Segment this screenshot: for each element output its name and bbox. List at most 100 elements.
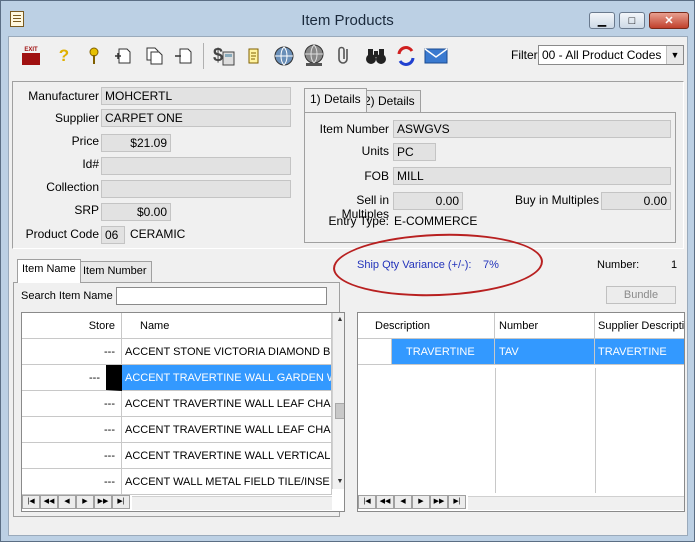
next-page-icon[interactable]: ▶▶ [430, 495, 448, 509]
supplier-description-cell[interactable]: TRAVERTINE [595, 339, 684, 365]
fob-field: MILL [393, 167, 671, 185]
bundle-grid: Description Number Supplier Descripti TR… [357, 312, 685, 512]
store-cell[interactable]: --- [22, 365, 122, 391]
tab-item-name[interactable]: Item Name [17, 259, 81, 283]
next-page-icon[interactable]: ▶▶ [94, 495, 112, 509]
buy-multiples-field: 0.00 [601, 192, 671, 210]
horizontal-scrollbar[interactable] [468, 496, 684, 510]
row-indicator[interactable] [358, 339, 392, 365]
first-record-icon[interactable]: |◀ [22, 495, 40, 509]
pricing-icon[interactable]: $ [211, 43, 237, 69]
exit-icon[interactable]: EXIT [18, 43, 44, 69]
binoculars-icon[interactable] [363, 43, 389, 69]
filter-select[interactable]: 00 - All Product Codes ▼ [538, 45, 684, 65]
last-record-icon[interactable]: ▶| [112, 495, 130, 509]
left-record-navigator: |◀ ◀◀ ◀ ▶ ▶▶ ▶| [22, 495, 130, 511]
column-supplier-description[interactable]: Supplier Descripti [595, 313, 684, 339]
horizontal-scrollbar[interactable] [132, 496, 332, 510]
help-icon[interactable]: ? [51, 43, 77, 69]
number-value: 1 [671, 259, 678, 271]
product-code-field: 06 [101, 226, 125, 244]
close-button[interactable]: ✕ [649, 12, 689, 29]
prev-page-icon[interactable]: ◀◀ [376, 495, 394, 509]
name-cell[interactable]: ACCENT TRAVERTINE WALL LEAF CHA [122, 417, 332, 443]
scroll-up-icon[interactable]: ▲ [334, 313, 344, 327]
minimize-button[interactable]: ▁ [589, 12, 615, 29]
store-cell[interactable]: --- [22, 339, 122, 365]
notes-icon[interactable] [241, 43, 267, 69]
column-number[interactable]: Number [495, 313, 595, 339]
units-field: PC [393, 143, 436, 161]
column-store[interactable]: Store [22, 313, 122, 339]
item-name-grid: Store Name --- ACCENT STONE VICTORIA DIAM… [21, 312, 345, 512]
filter-label: Filter [511, 48, 538, 62]
entry-type-value: E-COMMERCE [394, 214, 478, 228]
refresh-icon[interactable] [393, 43, 419, 69]
keys-icon[interactable] [81, 43, 107, 69]
delete-item-icon[interactable] [171, 43, 197, 69]
manufacturer-field: MOHCERTL [101, 87, 291, 105]
srp-field: $0.00 [101, 203, 171, 221]
prev-record-icon[interactable]: ◀ [58, 495, 76, 509]
tab-details-2[interactable]: 2) Details [358, 90, 421, 112]
name-cell[interactable]: ACCENT WALL METAL FIELD TILE/INSE [122, 469, 332, 495]
number-label: Number: [597, 259, 640, 271]
price-field: $21.09 [101, 134, 171, 152]
description-cell[interactable]: TRAVERTINE [392, 339, 495, 365]
scroll-thumb[interactable] [335, 403, 344, 419]
tab-item-number[interactable]: Item Number [78, 261, 152, 283]
filter-value: 00 - All Product Codes [542, 48, 662, 62]
attach-icon[interactable] [331, 43, 357, 69]
bundle-grid-header: Description Number Supplier Descripti [358, 313, 684, 339]
next-record-icon[interactable]: ▶ [412, 495, 430, 509]
grid-header: Store Name [22, 313, 332, 339]
maximize-button[interactable]: □ [619, 12, 645, 29]
store-cell[interactable]: --- [22, 443, 122, 469]
add-item-icon[interactable] [111, 43, 137, 69]
last-record-icon[interactable]: ▶| [448, 495, 466, 509]
fob-label: FOB [364, 169, 389, 183]
tab-details-1[interactable]: 1) Details [304, 88, 367, 112]
collection-field [101, 180, 291, 198]
supplier-field: CARPET ONE [101, 109, 291, 127]
number-cell[interactable]: TAV [495, 339, 595, 365]
title-bar[interactable]: Item Products ▁ □ ✕ [1, 1, 694, 35]
store-cell[interactable]: --- [22, 417, 122, 443]
toolbar: EXIT ? $ Filter 00 - All Product Codes ▼ [9, 37, 687, 77]
bundle-button[interactable]: Bundle [606, 286, 676, 304]
details-panel: Item Number ASWGVS Units PC FOB MILL Sel… [304, 112, 676, 243]
copy-item-icon[interactable] [141, 43, 167, 69]
prev-record-icon[interactable]: ◀ [394, 495, 412, 509]
chevron-down-icon[interactable]: ▼ [666, 46, 683, 64]
product-code-label: Product Code [25, 227, 99, 241]
first-record-icon[interactable]: |◀ [358, 495, 376, 509]
client-area: EXIT ? $ Filter 00 - All Product Codes ▼… [8, 36, 688, 536]
id-field [101, 157, 291, 175]
name-cell[interactable]: ACCENT TRAVERTINE WALL GARDEN W [122, 365, 332, 391]
entry-type-label: Entry Type: [328, 214, 389, 228]
exit-label: EXIT [24, 47, 38, 53]
supplier-label: Supplier [54, 111, 99, 125]
prev-page-icon[interactable]: ◀◀ [40, 495, 58, 509]
search-input[interactable] [116, 287, 327, 305]
store-cell[interactable]: --- [22, 391, 122, 417]
name-cell[interactable]: ACCENT TRAVERTINE WALL VERTICAL [122, 443, 332, 469]
globe-icon[interactable] [271, 43, 297, 69]
name-cell[interactable]: ACCENT STONE VICTORIA DIAMOND BL [122, 339, 332, 365]
store-cell[interactable]: --- [22, 469, 122, 495]
svg-text:$: $ [213, 45, 223, 65]
scroll-down-icon[interactable]: ▼ [334, 475, 344, 489]
name-cell[interactable]: ACCENT TRAVERTINE WALL LEAF CHA [122, 391, 332, 417]
column-name[interactable]: Name [122, 313, 332, 339]
column-divider [595, 368, 596, 493]
globe-user-icon[interactable] [301, 43, 327, 69]
toolbar-separator [203, 43, 204, 69]
right-record-navigator: |◀ ◀◀ ◀ ▶ ▶▶ ▶| [358, 495, 466, 511]
vertical-scrollbar[interactable]: ▲ ▼ [332, 313, 344, 489]
email-icon[interactable] [423, 43, 449, 69]
id-label: Id# [82, 157, 99, 171]
srp-label: SRP [74, 203, 99, 217]
next-record-icon[interactable]: ▶ [76, 495, 94, 509]
item-number-label: Item Number [319, 122, 389, 136]
column-description[interactable]: Description [358, 313, 495, 339]
